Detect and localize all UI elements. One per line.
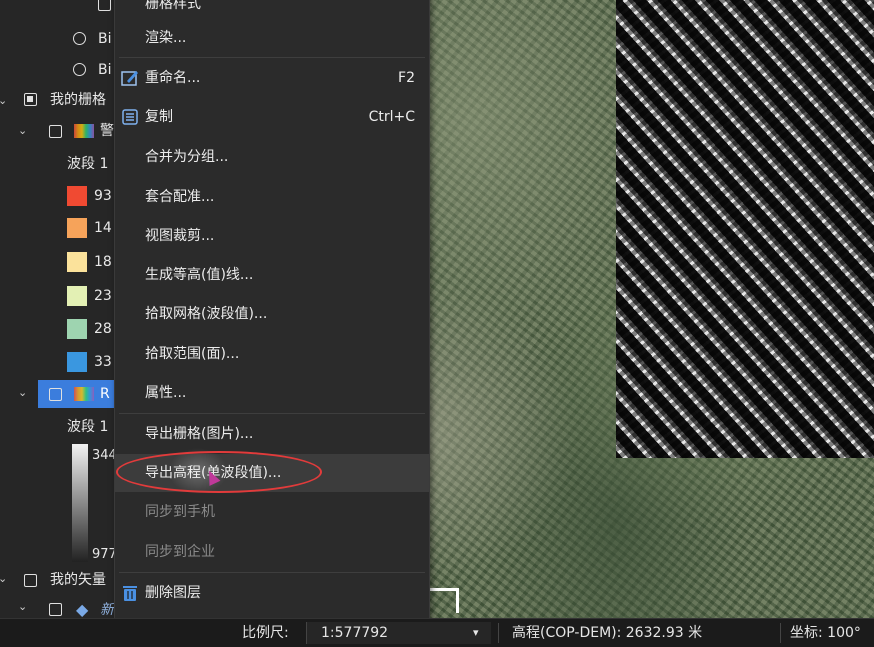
menu-shortcut: Ctrl+C	[368, 109, 415, 125]
hillshade-raster-layer	[616, 0, 874, 458]
layer-checkbox[interactable]	[98, 0, 111, 11]
menu-item-label: 同步到企业	[145, 544, 215, 560]
legend-title: 波段 1	[67, 156, 109, 172]
layers-icon: ◆	[76, 600, 89, 618]
divider	[498, 623, 499, 643]
menu-item-sync-enterprise[interactable]: 同步到企业	[115, 533, 429, 571]
chevron-down-icon[interactable]: ⌄	[0, 572, 7, 585]
group-label-raster: 我的栅格	[50, 92, 106, 108]
menu-item-label: 视图裁剪...	[145, 228, 215, 244]
scale-label: 比例尺:	[242, 625, 289, 641]
menu-item-copy[interactable]: 复制 Ctrl+C	[115, 98, 429, 136]
legend-swatch	[67, 286, 87, 306]
radio-button[interactable]	[73, 63, 86, 76]
scale-value: 1:577792	[321, 625, 389, 641]
legend-title: 波段 1	[67, 419, 109, 435]
chevron-down-icon[interactable]: ⌄	[18, 600, 27, 613]
chevron-down-icon[interactable]: ⌄	[18, 386, 27, 399]
menu-item-pick-grid[interactable]: 拾取网格(波段值)...	[115, 295, 429, 333]
legend-swatch	[67, 186, 87, 206]
layer-label: 警	[100, 123, 114, 139]
status-bar: 比例尺: 1:577792 ▾ 高程(COP-DEM): 2632.93 米 坐…	[0, 618, 874, 647]
menu-item-pick-range[interactable]: 拾取范围(面)...	[115, 335, 429, 373]
menu-item-properties[interactable]: 属性...	[115, 374, 429, 412]
legend-swatch	[67, 352, 87, 372]
menu-item-contour[interactable]: 生成等高(值)线...	[115, 256, 429, 294]
menu-item-label: 生成等高(值)线...	[145, 267, 254, 283]
copy-icon	[122, 109, 138, 125]
group-checkbox[interactable]	[24, 93, 37, 106]
trash-icon	[123, 586, 137, 601]
menu-separator	[119, 413, 425, 414]
menu-item-view-clip[interactable]: 视图裁剪...	[115, 217, 429, 255]
menu-item-delete-layer[interactable]: 删除图层	[115, 574, 429, 612]
scale-dropdown[interactable]: 1:577792 ▾	[306, 622, 491, 644]
menu-shortcut: F2	[398, 70, 415, 86]
menu-item-label: 拾取范围(面)...	[145, 346, 240, 362]
legend-value: 28	[94, 321, 112, 337]
layer-checkbox[interactable]	[49, 388, 62, 401]
elevation-readout: 高程(COP-DEM): 2632.93 米	[512, 625, 703, 641]
menu-item-render[interactable]: 渲染...	[115, 19, 429, 57]
red-circle-annotation	[116, 451, 322, 493]
menu-item-rename[interactable]: 重命名... F2	[115, 59, 429, 97]
menu-item-registration[interactable]: 套合配准...	[115, 178, 429, 216]
rename-icon	[121, 71, 138, 86]
legend-value: 33	[94, 354, 112, 370]
legend-value: 23	[94, 288, 112, 304]
legend-value: 93	[94, 188, 112, 204]
chevron-down-icon: ▾	[473, 626, 479, 639]
menu-item-label: 渲染...	[145, 30, 187, 46]
legend-swatch	[67, 319, 87, 339]
menu-item-export-raster[interactable]: 导出栅格(图片)...	[115, 415, 429, 453]
context-menu: 栅格样式 渲染... 重命名... F2 复制 Ctrl+C 合并为分组... …	[114, 0, 430, 622]
raster-layer-icon	[74, 387, 94, 401]
scale-bar-mark	[428, 588, 459, 613]
layer-checkbox[interactable]	[49, 603, 62, 616]
elevation-gradient-ramp	[72, 444, 88, 562]
menu-item-merge-group[interactable]: 合并为分组...	[115, 138, 429, 176]
menu-item-label: 同步到手机	[145, 504, 215, 520]
radio-button[interactable]	[73, 32, 86, 45]
raster-layer-icon	[74, 124, 94, 138]
legend-swatch	[67, 218, 87, 238]
group-checkbox[interactable]	[24, 574, 37, 587]
menu-separator	[119, 572, 425, 573]
menu-item-label: 合并为分组...	[145, 149, 229, 165]
layer-label-selected: R	[100, 386, 110, 402]
chevron-down-icon[interactable]: ⌄	[0, 94, 7, 107]
menu-item-sync-phone[interactable]: 同步到手机	[115, 493, 429, 531]
chevron-down-icon[interactable]: ⌄	[18, 124, 27, 137]
layer-tree-panel: Bi Bi ⌄ 我的栅格 ⌄ 警 波段 1 93 14 18 23 28 33 …	[0, 0, 118, 618]
coordinate-readout: 坐标: 100°	[790, 625, 861, 641]
menu-item-label: 重命名...	[145, 70, 201, 86]
menu-item-label: 套合配准...	[145, 189, 215, 205]
menu-item-label: 拾取网格(波段值)...	[145, 306, 268, 322]
legend-swatch	[67, 252, 87, 272]
menu-item-label: 删除图层	[145, 585, 201, 601]
legend-value: 14	[94, 220, 112, 236]
menu-item-label: 复制	[145, 109, 173, 125]
menu-item-label: 属性...	[145, 385, 187, 401]
group-label-vector: 我的矢量	[50, 572, 106, 588]
divider	[780, 623, 781, 643]
layer-checkbox[interactable]	[49, 125, 62, 138]
layer-label: Bi	[98, 62, 112, 78]
layer-label: Bi	[98, 31, 112, 47]
legend-value: 18	[94, 254, 112, 270]
menu-separator	[119, 57, 425, 58]
